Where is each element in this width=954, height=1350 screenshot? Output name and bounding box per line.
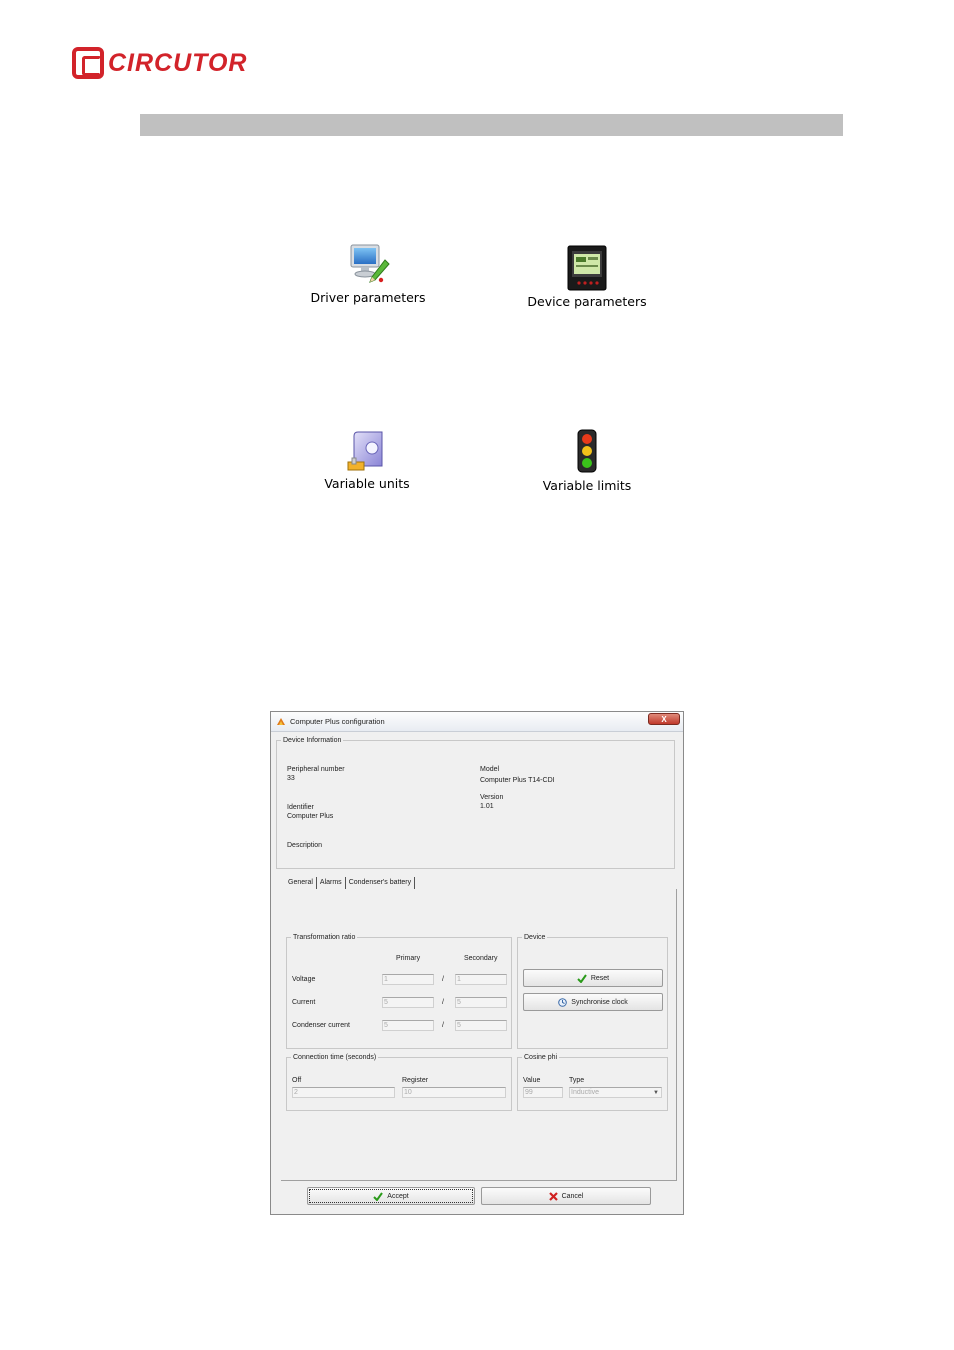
version-label: Version [480,794,504,801]
identifier-label: Identifier [287,804,314,811]
device-meter-icon [567,245,607,291]
device-information-group: Device Information Peripheral number 33 … [276,737,675,869]
driver-parameters-item[interactable]: Driver parameters [268,242,468,305]
secondary-header: Secondary [464,955,498,962]
cancel-button-label: Cancel [561,1192,584,1200]
peripheral-number-value: 33 [287,775,295,782]
peripheral-number-label: Peripheral number [287,766,345,773]
tab-general[interactable]: General [285,877,317,889]
check-icon [373,1191,384,1201]
config-dialog: Computer Plus configuration X Device Inf… [270,711,684,1215]
current-primary-input[interactable]: 5 [382,997,434,1008]
version-value: 1.01 [480,803,494,810]
cosine-phi-group: Cosine phi Value 99 Type Inductive ▼ [517,1054,668,1111]
monitor-pencil-icon [350,244,390,283]
primary-header: Primary [396,955,421,962]
units-gear-icon [347,431,383,471]
condenser-current-separator: / [442,1022,444,1029]
condenser-current-label: Condenser current [292,1022,350,1029]
device-group: Device Reset Synchronise clock [517,934,668,1049]
traffic-light-icon [577,429,597,473]
tab-condensers-battery[interactable]: Condenser's battery [346,877,416,889]
model-label: Model [480,766,500,773]
accept-button[interactable]: Accept [307,1187,475,1205]
cosine-value-label: Value [523,1077,541,1084]
cosine-type-select[interactable]: Inductive ▼ [569,1087,662,1098]
device-parameters-item[interactable]: Device parameters [487,244,687,309]
close-button[interactable]: X [648,713,680,725]
voltage-label: Voltage [292,976,316,983]
cosine-type-value: Inductive [571,1089,600,1096]
register-input[interactable]: 10 [402,1087,506,1098]
variable-limits-item[interactable]: Variable limits [487,428,687,493]
voltage-separator: / [442,976,444,983]
accept-button-label: Accept [387,1192,409,1200]
variable-units-label: Variable units [324,476,410,491]
cosine-value-input[interactable]: 99 [523,1087,563,1098]
variable-limits-label: Variable limits [542,478,632,493]
current-secondary-input[interactable]: 5 [455,997,507,1008]
voltage-primary-input[interactable]: 1 [382,974,434,985]
transformation-ratio-legend: Transformation ratio [293,934,356,941]
voltage-secondary-input[interactable]: 1 [455,974,507,985]
synchronise-clock-label: Synchronise clock [571,998,628,1006]
circutor-logo-mark-icon [72,47,104,79]
off-label: Off [292,1077,302,1084]
circutor-logo: CIRCUTOR [72,46,247,80]
device-legend: Device [524,934,546,941]
device-parameters-label: Device parameters [527,294,647,309]
connection-time-legend: Connection time (seconds) [293,1054,377,1061]
off-input[interactable]: 2 [292,1087,395,1098]
app-flame-icon [277,718,285,725]
register-label: Register [402,1077,429,1084]
identifier-value: Computer Plus [287,813,334,820]
synchronise-clock-button[interactable]: Synchronise clock [523,993,663,1011]
cosine-phi-legend: Cosine phi [524,1054,558,1061]
clock-icon [558,997,568,1007]
cosine-type-label: Type [569,1077,585,1084]
condenser-current-primary-input[interactable]: 5 [382,1020,434,1031]
cancel-x-icon [548,1191,558,1201]
check-icon [577,973,587,983]
current-separator: / [442,999,444,1006]
connection-time-group: Connection time (seconds) Off 2 Register… [286,1054,512,1111]
reset-button-label: Reset [590,974,610,982]
model-value: Computer Plus T14-CDI [480,777,555,784]
dialog-titlebar[interactable]: Computer Plus configuration X [271,712,683,732]
tab-strip: General Alarms Condenser's battery [285,877,416,889]
condenser-current-secondary-input[interactable]: 5 [455,1020,507,1031]
tab-alarms[interactable]: Alarms [317,877,346,889]
driver-parameters-label: Driver parameters [310,290,426,305]
current-label: Current [292,999,316,1006]
dialog-title: Computer Plus configuration [290,717,385,726]
transformation-ratio-group: Transformation ratio Primary Secondary V… [286,934,512,1049]
reset-button[interactable]: Reset [523,969,663,987]
device-information-legend: Device Information [283,737,342,744]
description-label: Description [287,842,323,849]
chevron-down-icon: ▼ [653,1090,659,1096]
header-bar [140,114,843,136]
brand-name: CIRCUTOR [108,48,248,77]
cancel-button[interactable]: Cancel [481,1187,651,1205]
variable-units-item[interactable]: Variable units [267,428,467,491]
